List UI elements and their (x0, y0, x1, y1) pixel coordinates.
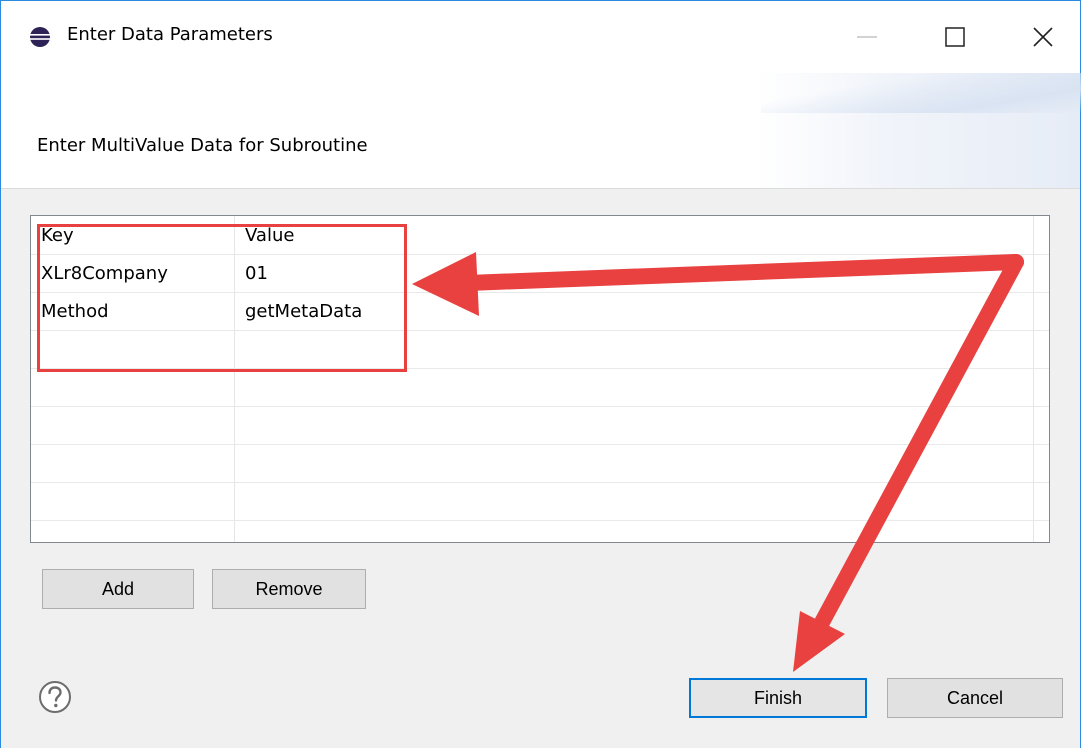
maximize-button[interactable] (925, 15, 985, 59)
table-row-empty[interactable] (31, 406, 1049, 445)
cancel-button[interactable]: Cancel (887, 678, 1063, 718)
finish-button[interactable]: Finish (689, 678, 867, 718)
help-icon[interactable] (38, 680, 72, 714)
add-button[interactable]: Add (42, 569, 194, 609)
banner-decoration (761, 73, 1081, 113)
close-button[interactable] (1013, 15, 1073, 59)
banner-message: Enter MultiValue Data for Subroutine (37, 135, 368, 156)
dialog-window: Enter Data Parameters Enter MultiValue D… (0, 0, 1081, 748)
annotation-highlight-box (37, 224, 407, 372)
eclipse-icon (30, 27, 50, 47)
table-row-empty[interactable] (31, 482, 1049, 521)
table-row-empty[interactable] (31, 368, 1049, 407)
minimize-button[interactable] (837, 15, 897, 59)
title-bar: Enter Data Parameters (1, 1, 1080, 73)
remove-button[interactable]: Remove (212, 569, 366, 609)
window-title: Enter Data Parameters (67, 24, 273, 45)
table-row-empty[interactable] (31, 444, 1049, 483)
close-icon (1033, 27, 1053, 47)
minimize-icon (857, 36, 877, 38)
dialog-banner: Enter MultiValue Data for Subroutine (1, 73, 1081, 188)
maximize-icon (945, 27, 965, 47)
